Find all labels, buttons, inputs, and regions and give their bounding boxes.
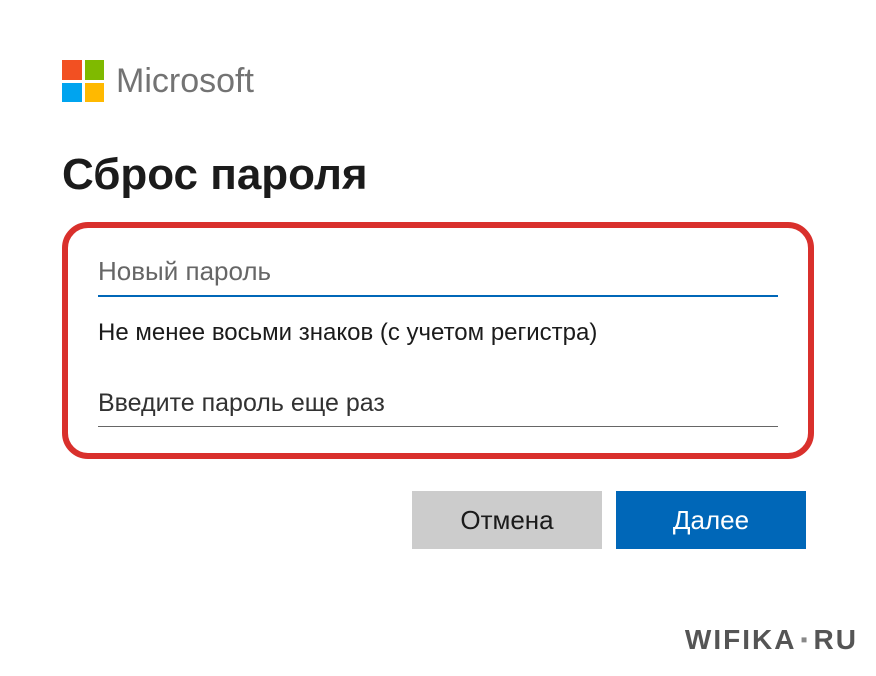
password-hint-text: Не менее восьми знаков (с учетом регистр… <box>98 319 778 347</box>
brand-name: Microsoft <box>116 62 254 101</box>
brand-logo: Microsoft <box>62 60 814 102</box>
next-button[interactable]: Далее <box>616 491 806 549</box>
new-password-input[interactable] <box>98 250 778 297</box>
page-title: Сброс пароля <box>62 150 814 200</box>
watermark-separator-icon: ▪ <box>800 629 809 652</box>
watermark-part2: RU <box>814 624 858 656</box>
confirm-password-input[interactable] <box>98 383 778 427</box>
watermark: WIFIKA ▪ RU <box>685 624 858 656</box>
microsoft-logo-icon <box>62 60 104 102</box>
cancel-button[interactable]: Отмена <box>412 491 602 549</box>
button-row: Отмена Далее <box>62 491 814 549</box>
watermark-part1: WIFIKA <box>685 624 797 656</box>
password-form-highlight: Не менее восьми знаков (с учетом регистр… <box>62 222 814 459</box>
